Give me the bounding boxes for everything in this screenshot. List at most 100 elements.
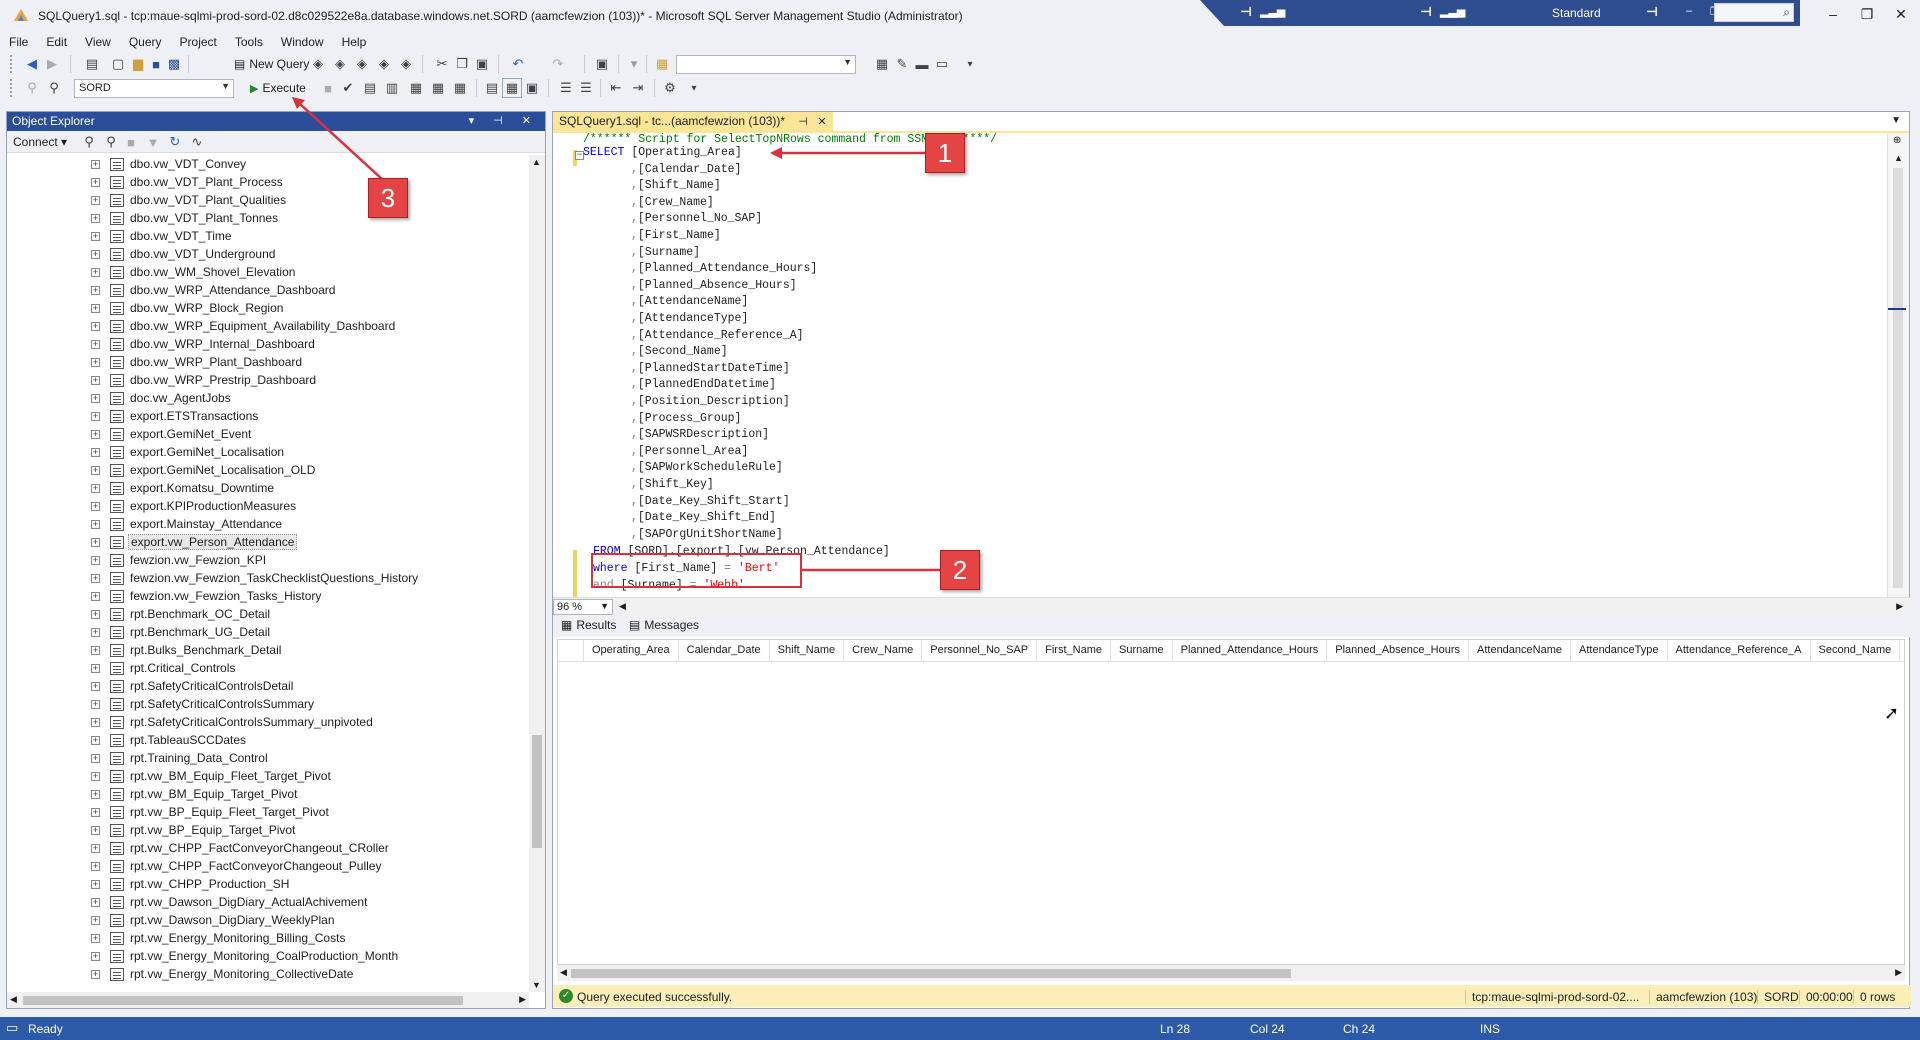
results-tab[interactable]: ▦ Results	[561, 618, 616, 632]
column-header[interactable]: AttendanceName	[1469, 640, 1571, 662]
pin-icon[interactable]: ⊣	[1240, 4, 1252, 20]
expand-icon[interactable]: +	[91, 969, 100, 979]
menu-file[interactable]: File	[0, 32, 37, 52]
results-horizontal-scrollbar[interactable]: ◀ ▶	[557, 965, 1905, 981]
tree-item[interactable]: + rpt.vw_CHPP_FactConveyorChangeout_Pulle…	[7, 857, 529, 875]
scroll-thumb[interactable]	[532, 735, 542, 848]
toolbar-grip-2[interactable]	[10, 79, 14, 97]
connect-icon[interactable]: ⚲	[22, 78, 42, 98]
expand-icon[interactable]: +	[91, 555, 100, 565]
column-header[interactable]: First_Name	[1037, 640, 1111, 662]
copy-icon[interactable]: ❐	[452, 54, 472, 74]
quick-search-box[interactable]: ⌕	[1714, 3, 1794, 22]
notification-icon[interactable]: ▭	[6, 1020, 18, 1036]
menu-edit[interactable]: Edit	[37, 32, 76, 52]
expand-icon[interactable]: +	[91, 519, 100, 529]
expand-icon[interactable]: +	[91, 285, 100, 295]
connect-server-icon[interactable]: ⚲	[79, 132, 99, 152]
toolbar-options-icon[interactable]: ▾	[960, 54, 980, 74]
tree-item[interactable]: + rpt.TableauSCCDates	[7, 731, 529, 749]
forward-icon[interactable]: ▶	[42, 54, 62, 74]
expand-icon[interactable]: +	[91, 501, 100, 511]
menu-project[interactable]: Project	[171, 32, 226, 52]
uncomment-icon[interactable]: ☰	[576, 78, 596, 98]
row-selector-header[interactable]	[558, 640, 584, 662]
tree-item[interactable]: + rpt.vw_CHPP_Production_SH	[7, 875, 529, 893]
scroll-right-icon[interactable]: ▶	[1895, 967, 1902, 978]
menu-view[interactable]: View	[76, 32, 120, 52]
column-header[interactable]: Second_Name	[1810, 640, 1901, 662]
tree-item[interactable]: + rpt.Critical_Controls	[7, 659, 529, 677]
scroll-thumb[interactable]	[23, 996, 463, 1005]
expand-icon[interactable]: +	[91, 213, 100, 223]
query-options-icon[interactable]: ▥	[382, 78, 402, 98]
expand-icon[interactable]: +	[91, 699, 100, 709]
results-to-grid-icon[interactable]: ▦	[502, 78, 522, 98]
expand-icon[interactable]: +	[91, 825, 100, 835]
results-to-text-icon[interactable]: ▤	[482, 78, 502, 98]
expand-icon[interactable]: +	[91, 375, 100, 385]
tree-item[interactable]: + doc.vw_AgentJobs	[7, 389, 529, 407]
find-combo[interactable]: ▼	[676, 55, 856, 74]
tree-item[interactable]: + rpt.SafetyCriticalControlsSummary	[7, 695, 529, 713]
tab-pin-icon[interactable]: ⊣	[798, 116, 808, 128]
tree-item[interactable]: + export.vw_Person_Attendance	[7, 533, 529, 551]
tree-item[interactable]: + rpt.vw_Energy_Monitoring_CoalProduction…	[7, 947, 529, 965]
properties-icon[interactable]: ✎	[892, 54, 912, 74]
results-grid[interactable]: Operating_Area Calendar_Date Shift_Name Cre…	[557, 639, 1905, 965]
zoom-dropdown[interactable]: 96 % ▼	[553, 599, 613, 615]
expand-icon[interactable]: +	[91, 249, 100, 259]
object-explorer-vertical-scrollbar[interactable]: ▲ ▼	[529, 155, 545, 992]
expand-icon[interactable]: +	[91, 735, 100, 745]
tree-item[interactable]: + dbo.vw_WRP_Prestrip_Dashboard	[7, 371, 529, 389]
connect-dropdown[interactable]: Connect ▾	[13, 135, 67, 149]
expand-icon[interactable]: +	[91, 897, 100, 907]
back-icon[interactable]: ◀	[22, 54, 42, 74]
results-to-file-icon[interactable]: ▣	[522, 78, 542, 98]
minimize-button[interactable]: –	[1818, 3, 1848, 25]
tree-item[interactable]: + dbo.vw_VDT_Time	[7, 227, 529, 245]
scroll-track[interactable]	[1893, 168, 1903, 588]
tree-item[interactable]: + rpt.Bulks_Benchmark_Detail	[7, 641, 529, 659]
editor-vertical-scrollbar[interactable]: ⊕ ▲	[1887, 133, 1909, 597]
change-connection-icon[interactable]: ⚲	[44, 78, 64, 98]
scroll-down-icon[interactable]: ▼	[532, 980, 541, 990]
column-header[interactable]: Planned_Attendance_Hours	[1172, 640, 1328, 662]
expand-icon[interactable]: +	[91, 159, 100, 169]
activity-monitor-icon[interactable]: ∿	[187, 132, 207, 152]
save-icon[interactable]: ■	[146, 54, 166, 74]
toolbar-grip[interactable]	[10, 55, 14, 73]
tree-item[interactable]: + dbo.vw_VDT_Underground	[7, 245, 529, 263]
expand-icon[interactable]: +	[91, 483, 100, 493]
expand-icon[interactable]: +	[91, 267, 100, 277]
tree-item[interactable]: + rpt.vw_Dawson_DigDiary_ActualAchivement	[7, 893, 529, 911]
expand-icon[interactable]: +	[91, 753, 100, 763]
tree-item[interactable]: + export.Komatsu_Downtime	[7, 479, 529, 497]
tree-item[interactable]: + rpt.Benchmark_OC_Detail	[7, 605, 529, 623]
expand-icon[interactable]: +	[91, 807, 100, 817]
strip-minimize-icon[interactable]: –	[1686, 5, 1692, 17]
tab-overflow-icon[interactable]: ▼	[1891, 115, 1901, 126]
tree-item[interactable]: + dbo.vw_WRP_Block_Region	[7, 299, 529, 317]
column-header[interactable]: Shift_Name	[769, 640, 845, 662]
expand-icon[interactable]: +	[91, 645, 100, 655]
menu-tools[interactable]: Tools	[226, 32, 272, 52]
tree-item[interactable]: + rpt.SafetyCriticalControlsDetail	[7, 677, 529, 695]
cut-icon[interactable]: ✂	[432, 54, 452, 74]
expand-icon[interactable]: +	[91, 789, 100, 799]
new-query-button[interactable]: ▤ New Query	[234, 54, 309, 74]
tree-item[interactable]: + rpt.Training_Data_Control	[7, 749, 529, 767]
expand-icon[interactable]: +	[91, 609, 100, 619]
expand-icon[interactable]: +	[91, 681, 100, 691]
client-stats-icon[interactable]: ▦	[450, 78, 470, 98]
expand-icon[interactable]: +	[91, 411, 100, 421]
scroll-up-icon[interactable]: ▲	[532, 157, 541, 167]
messages-tab[interactable]: ▤ Messages	[629, 618, 699, 632]
column-header[interactable]: Operating_Area	[584, 640, 679, 662]
toolbox-icon[interactable]: ▬	[912, 54, 932, 74]
expand-icon[interactable]: +	[91, 591, 100, 601]
expand-icon[interactable]: +	[91, 357, 100, 367]
tree-item[interactable]: + rpt.vw_Energy_Monitoring_CollectiveDate	[7, 965, 529, 983]
tree-item[interactable]: + rpt.vw_BM_Equip_Target_Pivot	[7, 785, 529, 803]
tree-item[interactable]: + dbo.vw_VDT_Convey	[7, 155, 529, 173]
